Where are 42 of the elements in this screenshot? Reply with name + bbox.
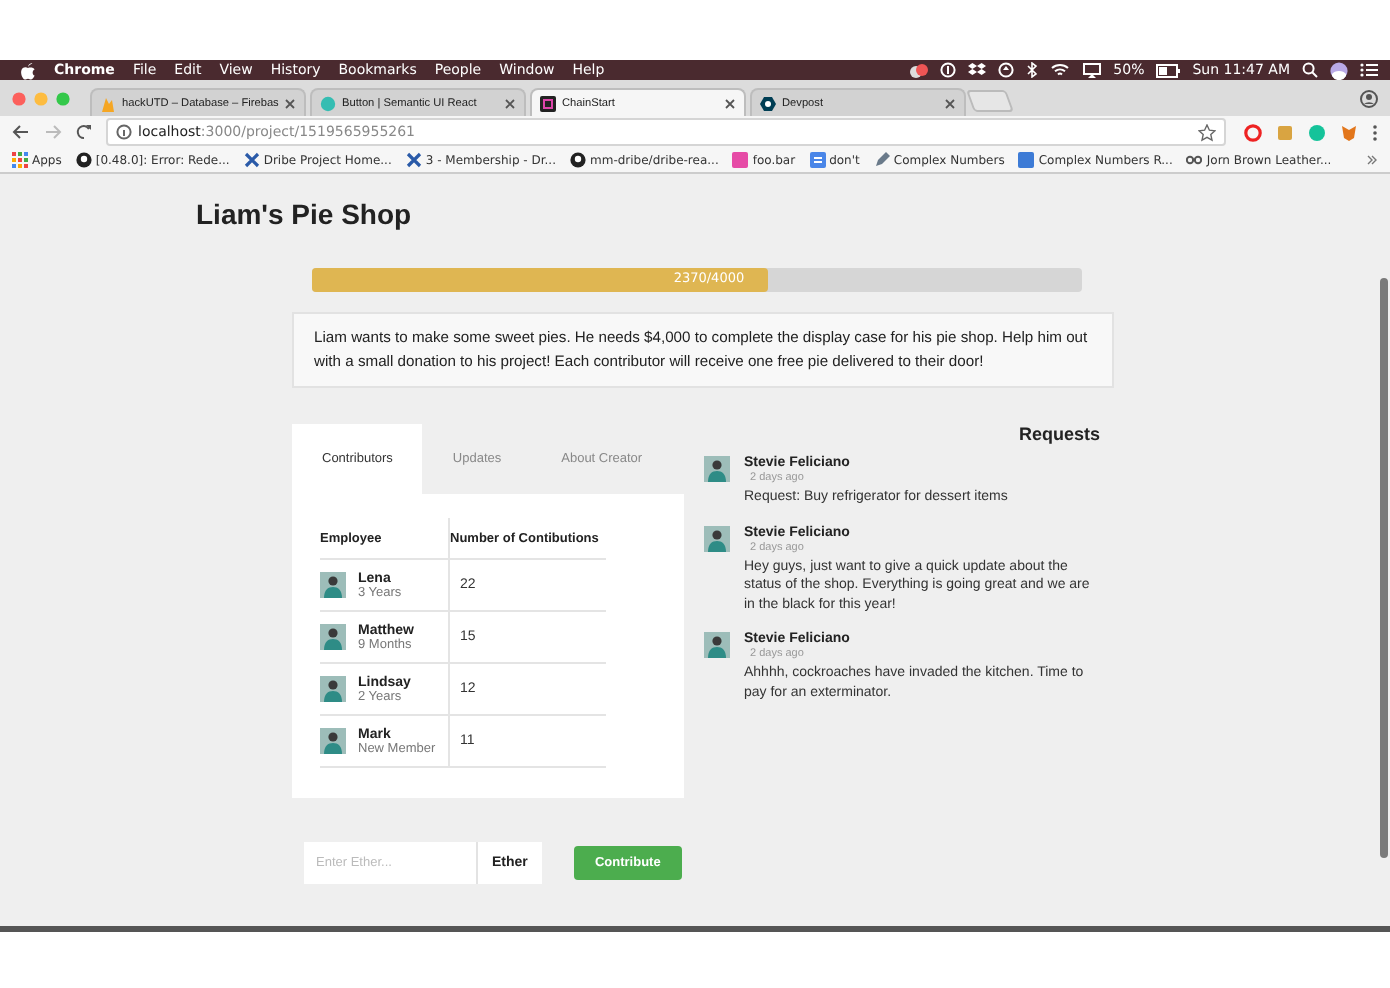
avatar-icon	[704, 456, 730, 482]
avatar-icon	[704, 525, 730, 551]
apps-grid-icon	[12, 152, 28, 168]
avatar-icon	[320, 676, 346, 702]
close-icon[interactable]	[284, 97, 297, 109]
page-title: Liam's Pie Shop	[194, 196, 414, 234]
tab-favicon-icon	[320, 95, 336, 111]
search-icon[interactable]	[1302, 62, 1318, 78]
avatar-icon	[320, 728, 346, 754]
chevron-icon[interactable]	[1366, 154, 1378, 166]
bluetooth-icon[interactable]	[1025, 62, 1038, 78]
tab-favicon-icon	[760, 95, 776, 111]
more-icon[interactable]	[1372, 123, 1378, 141]
tab-favicon-icon	[540, 95, 556, 111]
letter-tile-icon	[1018, 152, 1035, 168]
x-mark-icon	[405, 152, 422, 168]
tab-favicon-icon	[100, 95, 116, 111]
bookmark-square-icon	[732, 152, 749, 168]
close-icon[interactable]	[944, 97, 956, 109]
user-avatar-icon[interactable]	[1330, 61, 1348, 79]
wifi-icon[interactable]	[1049, 62, 1070, 78]
link-icon	[1186, 152, 1203, 168]
apple-icon[interactable]	[20, 61, 36, 79]
list-icon[interactable]	[1360, 62, 1378, 78]
display-icon[interactable]	[1081, 62, 1102, 78]
upload-icon[interactable]	[997, 62, 1014, 78]
back-icon[interactable]	[12, 124, 30, 140]
info-icon[interactable]	[116, 124, 132, 140]
reload-icon[interactable]	[76, 124, 92, 140]
pencil-icon	[873, 152, 890, 168]
close-icon[interactable]	[724, 97, 736, 109]
fox-icon[interactable]	[1340, 123, 1358, 141]
scrollbar-thumb[interactable]	[1380, 278, 1388, 858]
x-mark-icon	[243, 152, 260, 168]
avatar-icon	[704, 632, 730, 658]
profile-icon[interactable]	[1360, 89, 1378, 107]
battery-icon[interactable]	[1156, 63, 1181, 77]
avatar-icon	[320, 624, 346, 650]
avatar-icon	[320, 572, 346, 598]
close-icon[interactable]	[504, 97, 516, 109]
requests-heading: Requests	[1016, 424, 1100, 444]
star-icon[interactable]	[1198, 123, 1216, 141]
